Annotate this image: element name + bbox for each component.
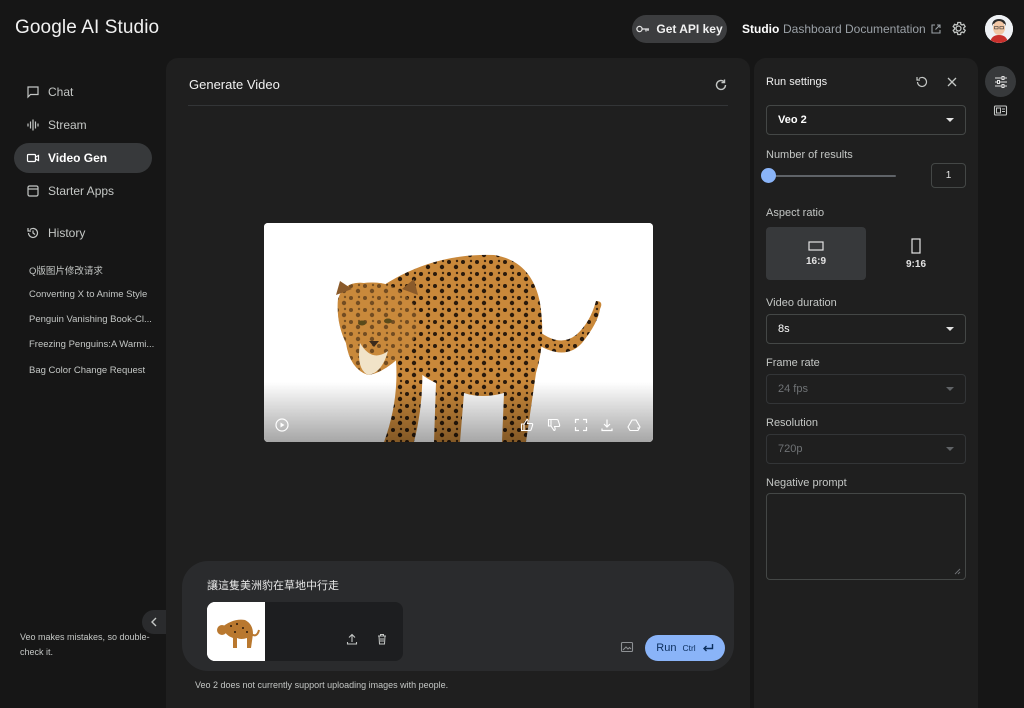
external-link-icon xyxy=(931,24,941,34)
duration-label: Video duration xyxy=(766,297,837,309)
portrait-icon xyxy=(911,237,921,254)
duration-select[interactable]: 8s xyxy=(766,314,966,344)
nav-documentation-label: Documentation xyxy=(845,22,926,36)
delete-icon[interactable] xyxy=(376,633,388,645)
num-results-input[interactable]: 1 xyxy=(931,163,966,188)
sidebar-item-label: Stream xyxy=(48,118,87,132)
fullscreen-icon[interactable] xyxy=(574,418,588,432)
history-item[interactable]: Converting X to Anime Style xyxy=(29,289,161,300)
landscape-icon xyxy=(808,240,824,251)
nav-dashboard[interactable]: Dashboard xyxy=(783,22,842,36)
page-title: Generate Video xyxy=(189,77,280,92)
sidebar-item-chat[interactable]: Chat xyxy=(14,77,152,107)
main-panel: Generate Video 讓這隻美洲豹在草地中行走 Run Ctrl Veo… xyxy=(166,58,750,708)
sidebar-item-label: Chat xyxy=(48,85,74,99)
framerate-value: 24 fps xyxy=(778,383,808,395)
media-panel-icon[interactable] xyxy=(993,103,1008,118)
reset-settings-icon[interactable] xyxy=(915,75,929,89)
resize-handle-icon[interactable] xyxy=(954,568,961,575)
resolution-value: 720p xyxy=(778,443,803,455)
download-icon[interactable] xyxy=(600,418,614,432)
settings-title: Run settings xyxy=(766,76,828,88)
nav-studio[interactable]: Studio xyxy=(742,22,779,36)
key-icon xyxy=(636,25,650,33)
sidebar-item-history[interactable]: History xyxy=(14,218,152,248)
gear-icon[interactable] xyxy=(950,20,967,37)
run-shortcut: Ctrl xyxy=(682,643,696,653)
chevron-down-icon xyxy=(946,387,954,391)
chevron-down-icon xyxy=(946,327,954,331)
num-results-label: Number of results xyxy=(766,149,853,161)
close-icon[interactable] xyxy=(945,75,959,89)
aspect-ratio-label: Aspect ratio xyxy=(766,207,825,219)
top-bar: Google AI Studio Get API key Studio Dash… xyxy=(0,0,1024,58)
num-results-slider-track[interactable] xyxy=(768,175,896,177)
get-api-key-button[interactable]: Get API key xyxy=(632,15,727,43)
thumbs-down-icon[interactable] xyxy=(547,418,561,432)
history-item[interactable]: Penguin Vanishing Book-Cl... xyxy=(29,314,161,325)
history-icon xyxy=(27,227,39,239)
video-player[interactable] xyxy=(264,223,653,442)
sidebar-item-video-gen[interactable]: Video Gen xyxy=(14,143,152,173)
num-results-slider-thumb[interactable] xyxy=(761,168,776,183)
jaguar-thumbnail xyxy=(207,602,265,661)
refresh-icon[interactable] xyxy=(714,78,728,92)
negative-prompt-input[interactable] xyxy=(766,493,966,580)
divider xyxy=(188,105,728,106)
attached-image-thumbnail[interactable] xyxy=(207,602,265,661)
history-item[interactable]: Q版图片修改请求 xyxy=(29,263,161,277)
get-api-key-label: Get API key xyxy=(656,22,723,36)
app-title[interactable]: Google AI Studio xyxy=(15,17,159,39)
play-icon[interactable] xyxy=(275,418,289,432)
framerate-select[interactable]: 24 fps xyxy=(766,374,966,404)
history-item[interactable]: Bag Color Change Request xyxy=(29,365,161,376)
enter-key-icon xyxy=(702,644,713,652)
history-item[interactable]: Freezing Penguins:A Warmi... xyxy=(29,339,161,350)
aspect-option-9-16[interactable]: 9:16 xyxy=(866,227,966,280)
tune-settings-button[interactable] xyxy=(985,66,1016,97)
avatar-image xyxy=(985,15,1013,43)
resolution-label: Resolution xyxy=(766,417,818,429)
avatar[interactable] xyxy=(985,15,1013,43)
stream-icon xyxy=(27,119,39,131)
sidebar: Chat Stream Video Gen Starter Apps Histo… xyxy=(0,58,166,708)
chat-icon xyxy=(27,86,39,99)
aspect-option-16-9[interactable]: 16:9 xyxy=(766,227,866,280)
duration-value: 8s xyxy=(778,323,790,335)
video-icon xyxy=(26,153,40,163)
add-image-icon[interactable] xyxy=(620,640,634,654)
model-select[interactable]: Veo 2 xyxy=(766,105,966,135)
tune-icon xyxy=(994,75,1007,88)
attached-image-card xyxy=(207,602,403,661)
nav-documentation[interactable]: Documentation xyxy=(845,22,941,36)
framerate-label: Frame rate xyxy=(766,357,820,369)
prompt-box: 讓這隻美洲豹在草地中行走 Run Ctrl xyxy=(182,561,734,671)
chevron-down-icon xyxy=(946,447,954,451)
save-to-drive-icon[interactable] xyxy=(627,418,641,432)
chevron-left-icon xyxy=(151,617,157,627)
sidebar-item-label: Video Gen xyxy=(48,151,108,165)
sidebar-item-starter-apps[interactable]: Starter Apps xyxy=(14,176,152,206)
run-button[interactable]: Run Ctrl xyxy=(645,635,725,661)
upload-icon[interactable] xyxy=(346,633,358,645)
sidebar-item-stream[interactable]: Stream xyxy=(14,110,152,140)
collapse-sidebar-button[interactable] xyxy=(142,610,166,634)
sidebar-item-label: Starter Apps xyxy=(48,184,115,198)
video-controls-overlay xyxy=(264,382,653,442)
notice-text: Veo 2 does not currently support uploadi… xyxy=(195,680,449,690)
run-label: Run xyxy=(656,642,677,654)
disclaimer-text: Veo makes mistakes, so double-check it. xyxy=(20,632,150,657)
chevron-down-icon xyxy=(946,118,954,122)
model-value: Veo 2 xyxy=(778,114,807,126)
thumbs-up-icon[interactable] xyxy=(520,418,534,432)
negative-prompt-label: Negative prompt xyxy=(766,477,847,489)
aspect-option-label: 16:9 xyxy=(805,255,826,267)
resolution-select[interactable]: 720p xyxy=(766,434,966,464)
sidebar-history-label: History xyxy=(48,226,86,240)
run-settings-panel: Run settings Veo 2 Number of results 1 A… xyxy=(754,58,978,708)
apps-icon xyxy=(27,185,39,197)
aspect-option-label: 9:16 xyxy=(905,258,926,270)
prompt-input[interactable]: 讓這隻美洲豹在草地中行走 xyxy=(207,577,339,593)
